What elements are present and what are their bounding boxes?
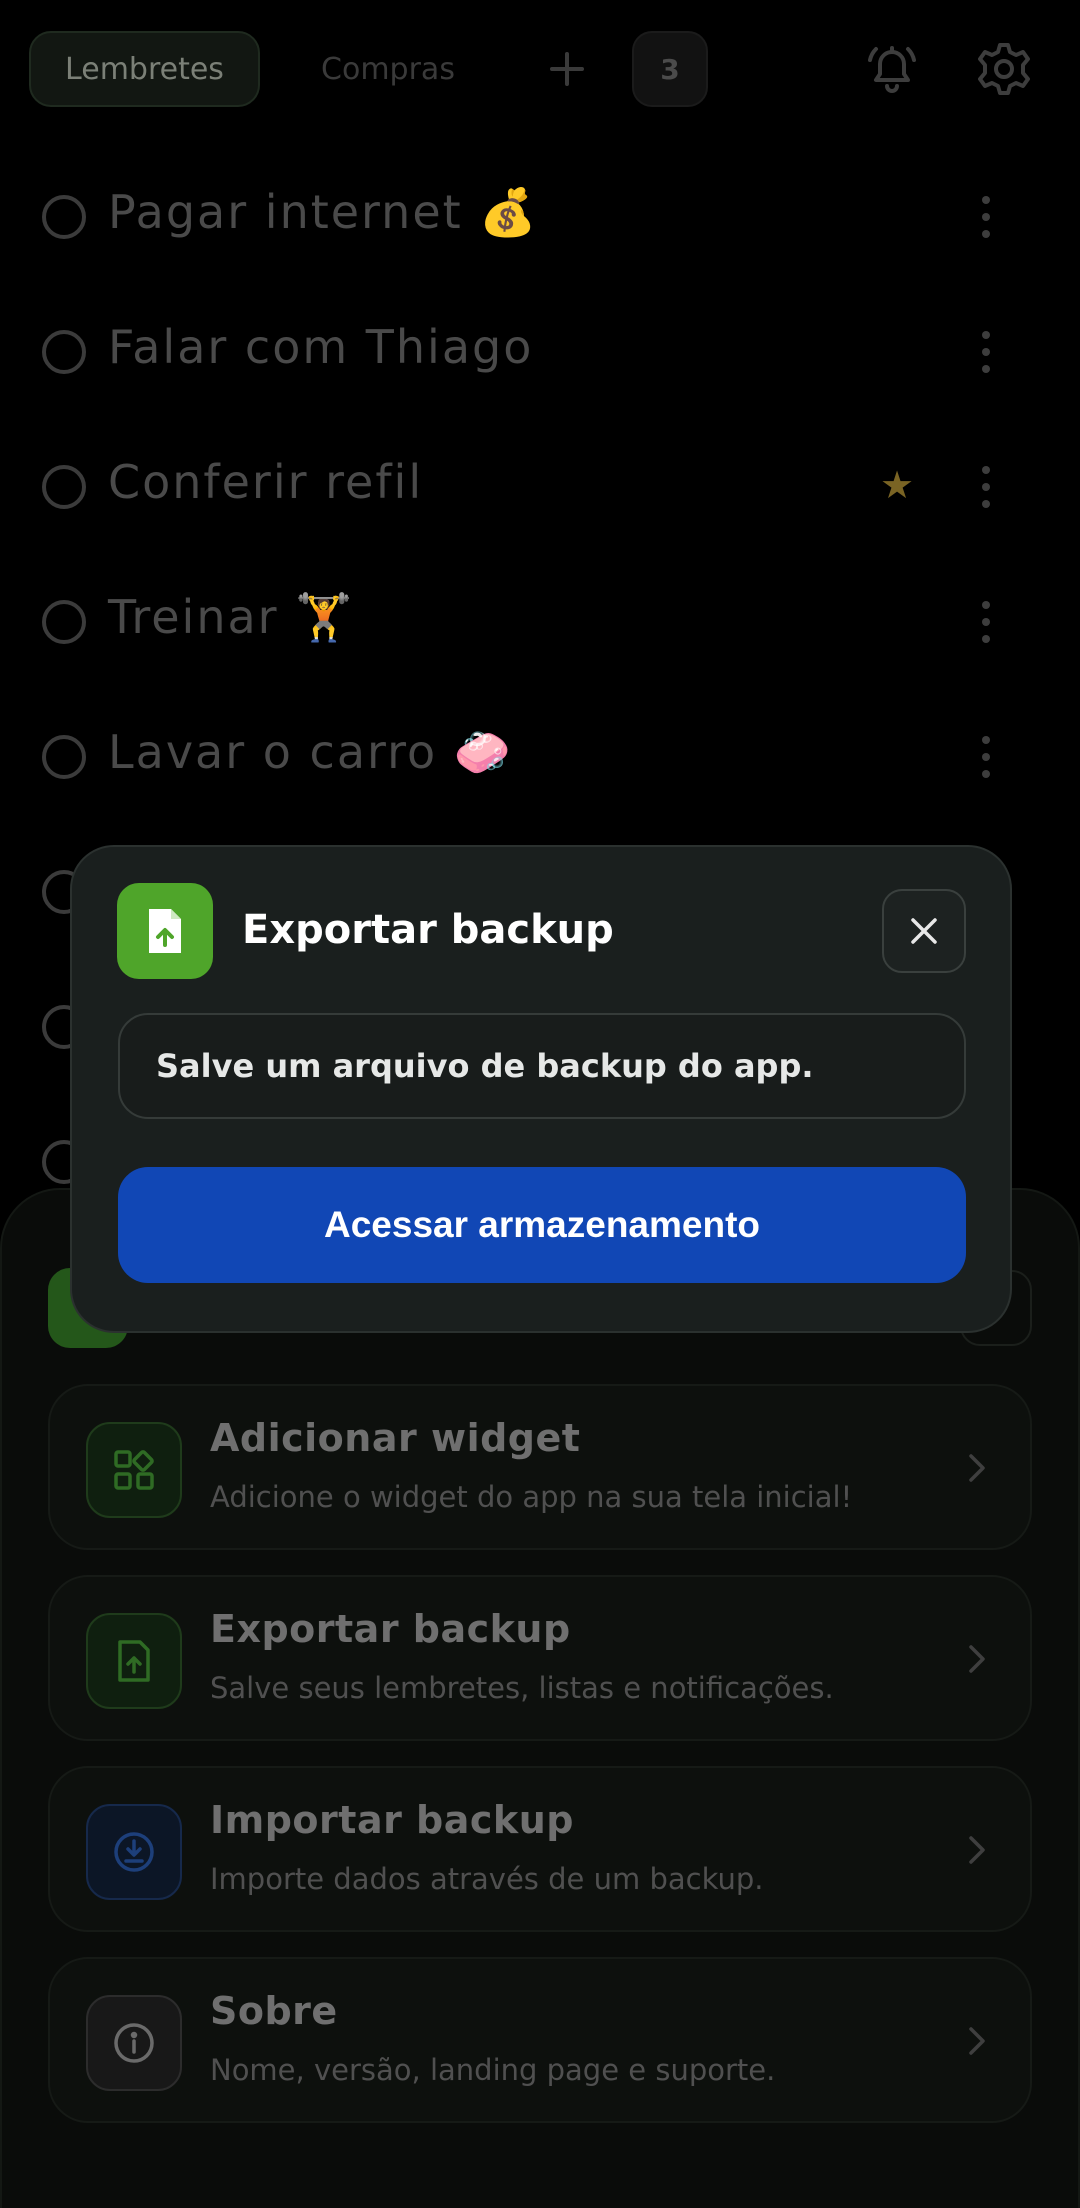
star-icon[interactable]: ★ xyxy=(880,463,914,507)
card-export-backup[interactable]: Exportar backup Salve seus lembretes, li… xyxy=(48,1575,1032,1741)
card-add-widget[interactable]: Adicionar widget Adicione o widget do ap… xyxy=(48,1384,1032,1550)
file-export-icon xyxy=(86,1613,182,1709)
reminder-text: Pagar internet 💰 xyxy=(108,185,539,239)
more-options-icon[interactable] xyxy=(966,597,1006,647)
bell-icon xyxy=(868,46,916,93)
card-subtitle: Nome, versão, landing page e suporte. xyxy=(210,2053,776,2087)
checkbox[interactable] xyxy=(42,330,86,374)
dialog-message: Salve um arquivo de backup do app. xyxy=(118,1013,966,1119)
more-options-icon[interactable] xyxy=(966,192,1006,242)
add-list-button[interactable] xyxy=(536,38,598,100)
download-icon xyxy=(86,1804,182,1900)
more-options-icon[interactable] xyxy=(966,327,1006,377)
card-about[interactable]: Sobre Nome, versão, landing page e supor… xyxy=(48,1957,1032,2123)
chevron-right-icon xyxy=(969,1836,985,1864)
access-storage-button[interactable]: Acessar armazenamento xyxy=(118,1167,966,1283)
card-title: Exportar backup xyxy=(210,1607,571,1651)
chevron-right-icon xyxy=(969,1645,985,1673)
file-upload-icon xyxy=(117,883,213,979)
card-title: Sobre xyxy=(210,1989,338,2033)
info-icon xyxy=(86,1995,182,2091)
list-item[interactable]: Pagar internet 💰 xyxy=(0,148,1080,283)
plus-icon xyxy=(550,52,584,86)
dialog-title: Exportar backup xyxy=(242,907,614,953)
reminder-text: Falar com Thiago xyxy=(108,320,534,374)
card-import-backup[interactable]: Importar backup Importe dados através de… xyxy=(48,1766,1032,1932)
list-item[interactable]: Falar com Thiago xyxy=(0,283,1080,418)
reminder-text: Lavar o carro 🧼 xyxy=(108,725,514,779)
gear-icon xyxy=(978,43,1030,95)
tab-lembretes[interactable]: Lembretes xyxy=(29,31,260,107)
list-item[interactable]: Treinar 🏋️ xyxy=(0,553,1080,688)
widget-icon xyxy=(86,1422,182,1518)
dialog-close-button[interactable] xyxy=(882,889,966,973)
chevron-right-icon xyxy=(969,2027,985,2055)
close-icon xyxy=(911,918,937,944)
card-subtitle: Adicione o widget do app na sua tela ini… xyxy=(210,1480,853,1514)
checkbox[interactable] xyxy=(42,735,86,779)
export-backup-dialog: Exportar backup Salve um arquivo de back… xyxy=(70,845,1012,1333)
chevron-right-icon xyxy=(969,1454,985,1482)
checkbox[interactable] xyxy=(42,600,86,644)
checkbox[interactable] xyxy=(42,465,86,509)
more-options-icon[interactable] xyxy=(966,462,1006,512)
more-options-icon[interactable] xyxy=(966,732,1006,782)
reminder-text: Conferir refil xyxy=(108,455,424,509)
card-title: Importar backup xyxy=(210,1798,574,1842)
top-bar: Lembretes Compras 3 xyxy=(0,0,1080,140)
card-title: Adicionar widget xyxy=(210,1416,581,1460)
card-subtitle: Importe dados através de um backup. xyxy=(210,1862,764,1896)
list-item[interactable]: Conferir refil ★ xyxy=(0,418,1080,553)
card-subtitle: Salve seus lembretes, listas e notificaç… xyxy=(210,1671,834,1705)
reminder-text: Treinar 🏋️ xyxy=(108,590,355,644)
notifications-button[interactable] xyxy=(863,40,921,98)
checkbox[interactable] xyxy=(42,195,86,239)
list-item[interactable]: Lavar o carro 🧼 xyxy=(0,688,1080,823)
settings-button[interactable] xyxy=(975,40,1033,98)
count-badge[interactable]: 3 xyxy=(632,31,708,107)
tab-compras[interactable]: Compras xyxy=(300,31,476,107)
